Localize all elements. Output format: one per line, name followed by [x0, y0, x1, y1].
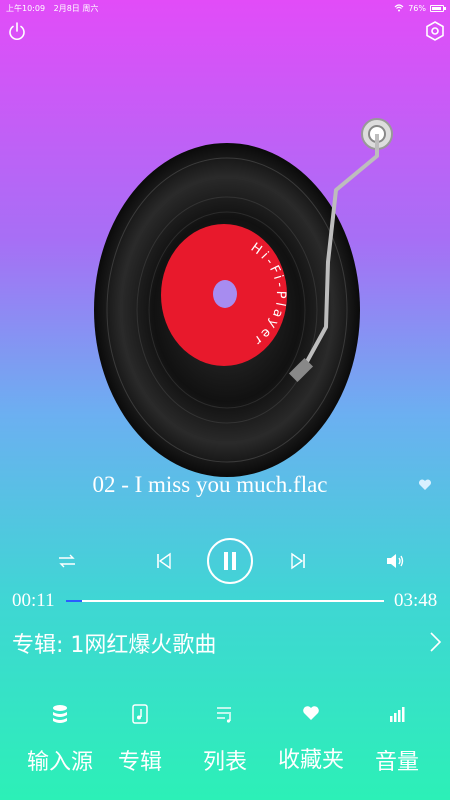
play-pause-button[interactable]: [207, 538, 253, 584]
heart-icon: [303, 706, 319, 720]
settings-icon[interactable]: [424, 20, 446, 42]
music-note-icon: [132, 704, 148, 724]
pause-icon: [224, 552, 236, 570]
battery-icon: [430, 4, 446, 12]
playback-controls: [0, 537, 450, 587]
volume-icon[interactable]: [384, 550, 406, 572]
track-title: 02 - I miss you much.flac: [92, 472, 328, 497]
nav-label: 收藏夹: [277, 748, 344, 773]
nav-label: 列表: [202, 750, 247, 775]
status-left: 上午10:09 2月8日 周六: [6, 3, 98, 14]
nav-label: 音量: [374, 750, 419, 775]
previous-track-icon[interactable]: [154, 551, 174, 571]
database-icon: [53, 705, 67, 723]
battery-percent: 76%: [408, 3, 426, 13]
nav-album[interactable]: 专辑: [95, 700, 185, 776]
album-row[interactable]: 专辑: 1网红爆火歌曲: [12, 627, 442, 661]
status-bar: 上午10:09 2月8日 周六 76%: [0, 0, 450, 16]
wifi-icon: [394, 4, 404, 12]
nav-input-source[interactable]: 输入源: [15, 700, 105, 776]
repeat-icon[interactable]: [56, 551, 78, 571]
next-track-icon[interactable]: [288, 551, 308, 571]
bottom-nav: 输入源 专辑 列表 收藏夹 音量: [0, 700, 450, 790]
nav-volume[interactable]: 音量: [352, 700, 442, 776]
nav-label: 输入源: [26, 750, 93, 775]
album-label: 专辑: 1网红爆火歌曲: [12, 633, 217, 658]
tonearm-assembly: [288, 118, 393, 383]
playlist-icon: [217, 707, 231, 723]
total-time: 03:48: [394, 590, 438, 611]
status-date: 2月8日 周六: [53, 3, 99, 13]
nav-favorites[interactable]: 收藏夹: [266, 700, 356, 774]
progress-fill: [66, 600, 82, 602]
volume-bars-icon: [390, 707, 405, 722]
nav-label: 专辑: [117, 750, 162, 775]
status-time: 上午10:09: [6, 3, 46, 13]
power-icon[interactable]: [6, 20, 28, 42]
chevron-right-icon: [430, 632, 442, 652]
current-time: 00:11: [12, 590, 55, 611]
progress-slider[interactable]: [66, 600, 384, 602]
status-right: 76%: [394, 3, 446, 13]
nav-list[interactable]: 列表: [180, 700, 270, 776]
favorite-heart-icon[interactable]: [418, 478, 432, 492]
